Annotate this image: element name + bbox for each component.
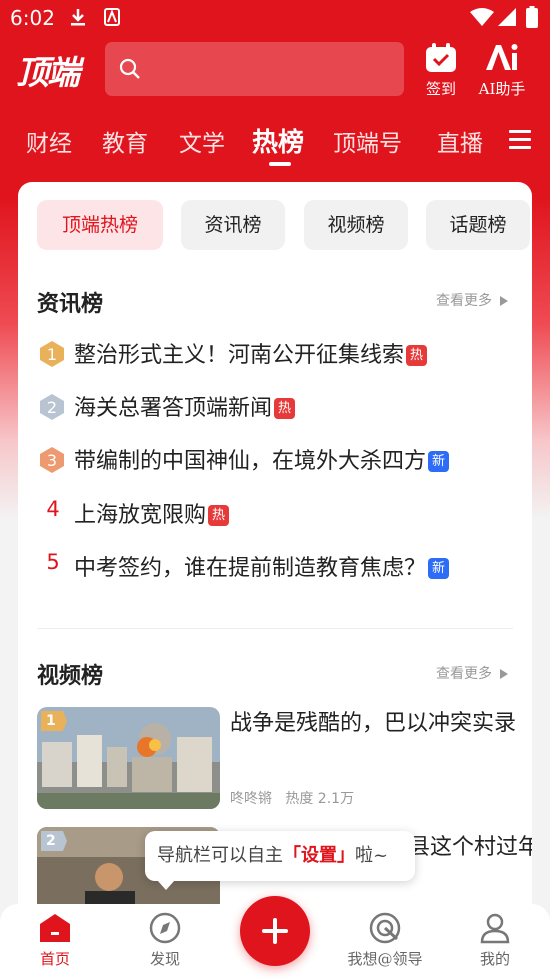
chip-topic-rank[interactable]: 话题榜 xyxy=(426,200,530,250)
channel-nav: 财经 教育 文学 热榜 顶端号 直播 xyxy=(0,118,550,168)
chip-dingduan-hot[interactable]: 顶端热榜 xyxy=(37,200,163,250)
video-rank-badge: 1 xyxy=(41,711,67,731)
battery-icon xyxy=(526,6,538,32)
video-more-link[interactable]: 查看更多 xyxy=(436,663,508,683)
tab-finance[interactable]: 财经 xyxy=(26,124,72,158)
tab-live[interactable]: 直播 xyxy=(437,124,483,158)
target-icon xyxy=(369,912,401,944)
hot-badge: 热 xyxy=(406,345,428,366)
plus-icon xyxy=(262,918,288,944)
news-title: 整治形式主义！河南公开征集线索热 xyxy=(74,337,428,369)
compass-icon xyxy=(149,912,181,944)
svg-text:3: 3 xyxy=(47,451,57,470)
create-post-button[interactable] xyxy=(240,896,310,966)
checkin-label: 签到 xyxy=(425,80,456,98)
video-more-label: 查看更多 xyxy=(436,666,492,682)
tab-hot-list[interactable]: 热榜 xyxy=(252,122,304,159)
tab-home[interactable]: 首页 xyxy=(10,912,100,969)
calendar-check-icon xyxy=(426,43,456,72)
tab-mine[interactable]: 我的 xyxy=(450,912,540,969)
video-meta: 咚咚锵 热度 2.1万 xyxy=(230,791,355,807)
news-more-label: 查看更多 xyxy=(436,293,492,309)
hot-badge: 热 xyxy=(274,398,296,419)
search-bar[interactable] xyxy=(105,42,404,96)
svg-text:1: 1 xyxy=(47,345,57,364)
video-rank-badge: 2 xyxy=(41,831,67,851)
tab-discover-label: 发现 xyxy=(149,950,180,968)
video-thumbnail: 1 xyxy=(37,707,220,809)
video-title: 战争是残酷的，巴以冲突实录 xyxy=(230,711,517,736)
ai-assistant-button[interactable]: AI助手 xyxy=(467,42,537,100)
news-title: 上海放宽限购热 xyxy=(74,497,230,529)
chip-video-rank[interactable]: 视频榜 xyxy=(304,200,408,250)
tab-literature[interactable]: 文学 xyxy=(179,124,225,158)
news-section-title: 资讯榜 xyxy=(37,291,104,317)
home-icon xyxy=(40,914,70,942)
news-title: 带编制的中国神仙，在境外大杀四方新 xyxy=(74,443,450,475)
wifi-icon xyxy=(470,8,494,30)
tab-education[interactable]: 教育 xyxy=(102,124,148,158)
notification-app-icon xyxy=(104,8,120,30)
chip-news-rank[interactable]: 资讯榜 xyxy=(181,200,285,250)
rank-number: 4 xyxy=(46,497,60,521)
status-time: 6:02 xyxy=(10,6,55,30)
news-title: 中考签约，谁在提前制造教育焦虑？新 xyxy=(74,550,450,582)
ai-icon xyxy=(486,44,518,70)
user-icon xyxy=(480,913,510,944)
download-icon xyxy=(70,8,86,30)
news-title: 海关总署答顶端新闻热 xyxy=(74,390,296,422)
app-logo: 顶端 xyxy=(16,53,80,92)
checkin-button[interactable]: 签到 xyxy=(406,42,476,100)
status-bar: 6:02 xyxy=(0,0,550,36)
signal-icon xyxy=(498,8,516,30)
active-tab-indicator xyxy=(269,162,291,166)
hot-badge: 热 xyxy=(208,505,230,526)
tab-dingduan-hao[interactable]: 顶端号 xyxy=(333,124,402,158)
search-icon xyxy=(119,58,140,79)
new-badge: 新 xyxy=(428,558,450,579)
tab-mine-label: 我的 xyxy=(479,950,510,968)
rank-1-hex-icon: 1 xyxy=(40,341,64,367)
tab-home-label: 首页 xyxy=(39,950,70,968)
rank-2-hex-icon: 2 xyxy=(40,394,64,420)
video-section-title: 视频榜 xyxy=(37,663,104,689)
channel-menu-icon[interactable] xyxy=(509,130,531,150)
nav-settings-tooltip: 导航栏可以自主「设置」啦~ xyxy=(145,831,415,890)
arrow-right-icon xyxy=(500,296,508,306)
tab-ideas-label: 我想@领导 xyxy=(347,950,423,968)
tab-discover[interactable]: 发现 xyxy=(120,912,210,969)
news-more-link[interactable]: 查看更多 xyxy=(436,290,508,310)
ai-label: AI助手 xyxy=(478,80,526,98)
tab-ideas[interactable]: 我想@领导 xyxy=(330,912,440,969)
hot-list-card: 顶端热榜 资讯榜 视频榜 话题榜 资讯榜 查看更多 1 整治形式主义！河南公开征… xyxy=(18,182,532,922)
section-divider xyxy=(37,628,513,629)
new-badge: 新 xyxy=(428,451,450,472)
rank-number: 5 xyxy=(46,550,60,574)
svg-text:2: 2 xyxy=(47,398,57,417)
rank-3-hex-icon: 3 xyxy=(40,447,64,473)
arrow-right-icon xyxy=(500,669,508,679)
